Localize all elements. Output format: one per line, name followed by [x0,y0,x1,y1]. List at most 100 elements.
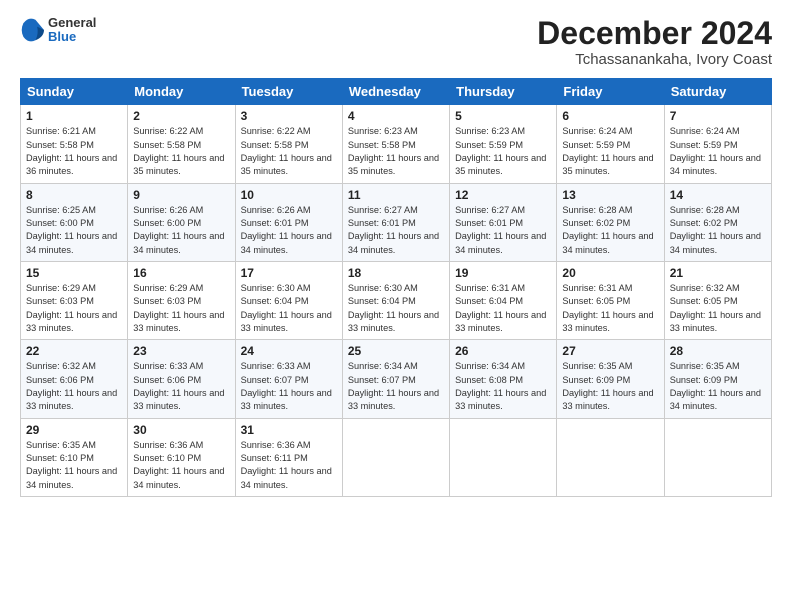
day-number: 30 [133,423,229,437]
cell-info: Sunrise: 6:22 AMSunset: 5:58 PMDaylight:… [133,126,224,176]
logo-general: General [48,16,96,30]
cell-info: Sunrise: 6:31 AMSunset: 6:04 PMDaylight:… [455,283,546,333]
day-number: 5 [455,109,551,123]
calendar-body: 1Sunrise: 6:21 AMSunset: 5:58 PMDaylight… [21,105,772,497]
calendar-cell: 30 Sunrise: 6:36 AMSunset: 6:10 PMDayligh… [128,418,235,496]
day-number: 7 [670,109,766,123]
day-number: 6 [562,109,658,123]
calendar-cell: 17Sunrise: 6:30 AMSunset: 6:04 PMDayligh… [235,261,342,339]
logo-icon [20,16,44,44]
calendar-cell: 7 Sunrise: 6:24 AMSunset: 5:59 PMDaylight… [664,105,771,183]
calendar-cell: 14Sunrise: 6:28 AMSunset: 6:02 PMDayligh… [664,183,771,261]
day-number: 4 [348,109,444,123]
cell-info: Sunrise: 6:35 AMSunset: 6:10 PMDaylight:… [26,440,117,490]
col-saturday: Saturday [664,79,771,105]
calendar-cell: 5Sunrise: 6:23 AMSunset: 5:59 PMDaylight… [450,105,557,183]
day-number: 18 [348,266,444,280]
calendar-cell: 2 Sunrise: 6:22 AMSunset: 5:58 PMDaylight… [128,105,235,183]
cell-info: Sunrise: 6:30 AMSunset: 6:04 PMDaylight:… [348,283,439,333]
calendar-cell: 25 Sunrise: 6:34 AMSunset: 6:07 PMDayligh… [342,340,449,418]
calendar-cell: 18 Sunrise: 6:30 AMSunset: 6:04 PMDayligh… [342,261,449,339]
col-thursday: Thursday [450,79,557,105]
col-friday: Friday [557,79,664,105]
day-number: 21 [670,266,766,280]
cell-info: Sunrise: 6:35 AMSunset: 6:09 PMDaylight:… [562,361,653,411]
cell-info: Sunrise: 6:34 AMSunset: 6:08 PMDaylight:… [455,361,546,411]
calendar-cell: 23Sunrise: 6:33 AMSunset: 6:06 PMDayligh… [128,340,235,418]
day-number: 13 [562,188,658,202]
calendar-cell: 11 Sunrise: 6:27 AMSunset: 6:01 PMDayligh… [342,183,449,261]
cell-info: Sunrise: 6:26 AMSunset: 6:00 PMDaylight:… [133,205,224,255]
title-block: December 2024 Tchassanankaha, Ivory Coas… [537,16,772,68]
calendar-week-2: 8 Sunrise: 6:25 AMSunset: 6:00 PMDaylight… [21,183,772,261]
day-number: 25 [348,344,444,358]
day-number: 8 [26,188,122,202]
calendar-subtitle: Tchassanankaha, Ivory Coast [537,51,772,68]
header: General Blue December 2024 Tchassanankah… [20,16,772,68]
cell-info: Sunrise: 6:34 AMSunset: 6:07 PMDaylight:… [348,361,439,411]
calendar-cell [342,418,449,496]
calendar-cell: 26 Sunrise: 6:34 AMSunset: 6:08 PMDayligh… [450,340,557,418]
cell-info: Sunrise: 6:33 AMSunset: 6:06 PMDaylight:… [133,361,224,411]
header-row: Sunday Monday Tuesday Wednesday Thursday… [21,79,772,105]
cell-info: Sunrise: 6:29 AMSunset: 6:03 PMDaylight:… [26,283,117,333]
calendar-cell: 24 Sunrise: 6:33 AMSunset: 6:07 PMDayligh… [235,340,342,418]
calendar-cell: 15 Sunrise: 6:29 AMSunset: 6:03 PMDayligh… [21,261,128,339]
day-number: 2 [133,109,229,123]
calendar-week-1: 1Sunrise: 6:21 AMSunset: 5:58 PMDaylight… [21,105,772,183]
cell-info: Sunrise: 6:22 AMSunset: 5:58 PMDaylight:… [241,126,332,176]
logo-blue: Blue [48,30,96,44]
day-number: 20 [562,266,658,280]
cell-info: Sunrise: 6:24 AMSunset: 5:59 PMDaylight:… [562,126,653,176]
logo-text: General Blue [48,16,96,45]
calendar-cell [664,418,771,496]
day-number: 27 [562,344,658,358]
day-number: 12 [455,188,551,202]
cell-info: Sunrise: 6:31 AMSunset: 6:05 PMDaylight:… [562,283,653,333]
day-number: 26 [455,344,551,358]
calendar-cell: 20 Sunrise: 6:31 AMSunset: 6:05 PMDayligh… [557,261,664,339]
cell-info: Sunrise: 6:35 AMSunset: 6:09 PMDaylight:… [670,361,761,411]
day-number: 9 [133,188,229,202]
cell-info: Sunrise: 6:32 AMSunset: 6:06 PMDaylight:… [26,361,117,411]
cell-info: Sunrise: 6:30 AMSunset: 6:04 PMDaylight:… [241,283,332,333]
cell-info: Sunrise: 6:36 AMSunset: 6:10 PMDaylight:… [133,440,224,490]
day-number: 10 [241,188,337,202]
calendar-cell: 10 Sunrise: 6:26 AMSunset: 6:01 PMDayligh… [235,183,342,261]
calendar-week-3: 15 Sunrise: 6:29 AMSunset: 6:03 PMDayligh… [21,261,772,339]
calendar-cell: 27 Sunrise: 6:35 AMSunset: 6:09 PMDayligh… [557,340,664,418]
calendar-cell: 3 Sunrise: 6:22 AMSunset: 5:58 PMDaylight… [235,105,342,183]
calendar-cell: 22 Sunrise: 6:32 AMSunset: 6:06 PMDayligh… [21,340,128,418]
cell-info: Sunrise: 6:28 AMSunset: 6:02 PMDaylight:… [562,205,653,255]
cell-info: Sunrise: 6:27 AMSunset: 6:01 PMDaylight:… [455,205,546,255]
calendar-cell: 4 Sunrise: 6:23 AMSunset: 5:58 PMDaylight… [342,105,449,183]
cell-info: Sunrise: 6:32 AMSunset: 6:05 PMDaylight:… [670,283,761,333]
calendar-cell: 19Sunrise: 6:31 AMSunset: 6:04 PMDayligh… [450,261,557,339]
cell-info: Sunrise: 6:23 AMSunset: 5:58 PMDaylight:… [348,126,439,176]
day-number: 31 [241,423,337,437]
cell-info: Sunrise: 6:36 AMSunset: 6:11 PMDaylight:… [241,440,332,490]
cell-info: Sunrise: 6:29 AMSunset: 6:03 PMDaylight:… [133,283,224,333]
cell-info: Sunrise: 6:26 AMSunset: 6:01 PMDaylight:… [241,205,332,255]
day-number: 11 [348,188,444,202]
calendar-cell [450,418,557,496]
calendar-table: Sunday Monday Tuesday Wednesday Thursday… [20,78,772,497]
calendar-cell: 21 Sunrise: 6:32 AMSunset: 6:05 PMDayligh… [664,261,771,339]
calendar-cell: 31 Sunrise: 6:36 AMSunset: 6:11 PMDayligh… [235,418,342,496]
day-number: 3 [241,109,337,123]
day-number: 15 [26,266,122,280]
cell-info: Sunrise: 6:25 AMSunset: 6:00 PMDaylight:… [26,205,117,255]
cell-info: Sunrise: 6:21 AMSunset: 5:58 PMDaylight:… [26,126,117,176]
day-number: 22 [26,344,122,358]
cell-info: Sunrise: 6:27 AMSunset: 6:01 PMDaylight:… [348,205,439,255]
calendar-cell: 9 Sunrise: 6:26 AMSunset: 6:00 PMDaylight… [128,183,235,261]
col-tuesday: Tuesday [235,79,342,105]
day-number: 16 [133,266,229,280]
cell-info: Sunrise: 6:33 AMSunset: 6:07 PMDaylight:… [241,361,332,411]
calendar-week-5: 29 Sunrise: 6:35 AMSunset: 6:10 PMDayligh… [21,418,772,496]
cell-info: Sunrise: 6:24 AMSunset: 5:59 PMDaylight:… [670,126,761,176]
day-number: 24 [241,344,337,358]
day-number: 29 [26,423,122,437]
col-wednesday: Wednesday [342,79,449,105]
calendar-cell: 28Sunrise: 6:35 AMSunset: 6:09 PMDayligh… [664,340,771,418]
